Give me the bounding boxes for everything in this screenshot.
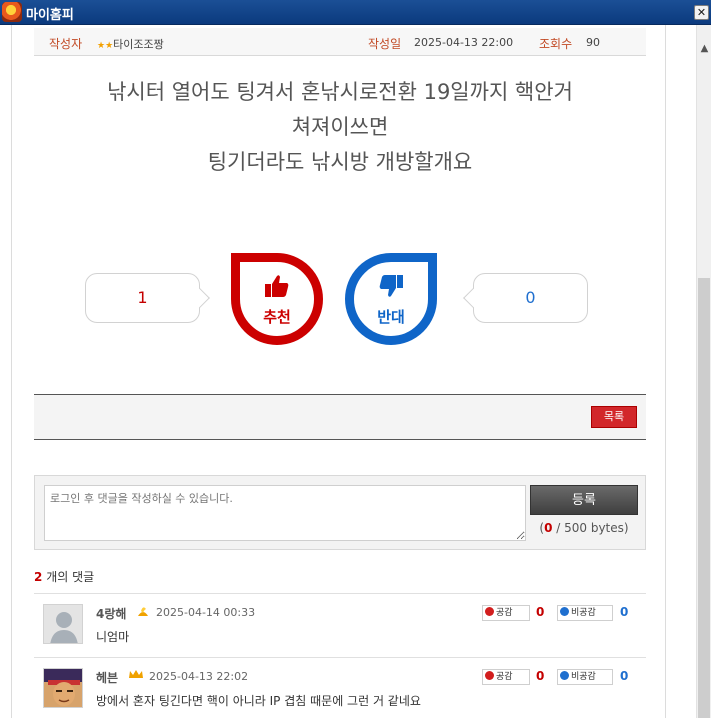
comment-body: 방에서 혼자 팅긴다면 핵이 아니라 IP 겹침 때문에 그런 거 같네요 bbox=[96, 694, 421, 708]
comment-dislike-count: 0 bbox=[620, 605, 629, 619]
downvote-count: 0 bbox=[525, 288, 536, 307]
comment-like-button[interactable]: 공감 bbox=[482, 605, 530, 621]
window-title: 마이홈피 bbox=[26, 8, 74, 23]
comment-like-button[interactable]: 공감 bbox=[482, 669, 530, 685]
upvote-label: 추천 bbox=[263, 308, 291, 326]
byte-counter: (0 / 500 bytes) bbox=[530, 521, 638, 535]
comment-like-count: 0 bbox=[536, 669, 545, 683]
app-logo-icon bbox=[2, 2, 22, 22]
post-title-line: 낚시터 열어도 팅겨서 혼낚시로전환 19일까지 핵안거 bbox=[107, 80, 573, 104]
author-info[interactable]: ★★타이조조짱 bbox=[97, 36, 164, 52]
scroll-thumb[interactable] bbox=[698, 278, 710, 718]
author-label: 작성자 bbox=[49, 37, 83, 51]
thumbs-down-icon bbox=[354, 274, 428, 304]
dislike-label: 비공감 bbox=[571, 608, 596, 618]
close-button[interactable]: ✕ bbox=[694, 5, 709, 20]
comment-body: 니엄마 bbox=[96, 630, 130, 644]
post-page: 작성자 ★★타이조조짱 작성일 2025-04-13 22:00 조회수 90 … bbox=[11, 25, 666, 718]
thumbs-up-icon bbox=[240, 274, 314, 304]
views-label: 조회수 bbox=[539, 37, 573, 51]
avatar[interactable] bbox=[43, 668, 83, 708]
comment-form: 등록 (0 / 500 bytes) bbox=[34, 475, 646, 550]
dislike-label: 비공감 bbox=[571, 672, 596, 682]
downvote-count-bubble: 0 bbox=[463, 273, 588, 323]
vertical-scrollbar[interactable]: ▲ bbox=[696, 25, 711, 718]
comment-dislike-button[interactable]: 비공감 bbox=[557, 669, 613, 685]
level-flame-icon bbox=[136, 605, 150, 620]
like-label: 공감 bbox=[496, 608, 513, 618]
smile-icon bbox=[485, 671, 494, 680]
author-rank-star-icon: ★★ bbox=[97, 41, 114, 51]
upvote-count-bubble: 1 bbox=[85, 273, 210, 323]
post-title-line: 쳐져이쓰면 bbox=[291, 115, 389, 139]
upvote-count: 1 bbox=[137, 288, 148, 307]
like-label: 공감 bbox=[496, 672, 513, 682]
comment-count: 2 개의 댓글 bbox=[34, 568, 94, 585]
comment-author[interactable]: 헤븐 bbox=[96, 669, 118, 686]
level-crown-icon bbox=[128, 669, 144, 682]
smile-icon bbox=[485, 607, 494, 616]
frown-icon bbox=[560, 607, 569, 616]
comment-like-count: 0 bbox=[536, 605, 545, 619]
comment-submit-button[interactable]: 등록 bbox=[530, 485, 638, 515]
window-titlebar: 마이홈피 ✕ bbox=[0, 0, 711, 25]
post-title: 낚시터 열어도 팅겨서 혼낚시로전환 19일까지 핵안거 쳐져이쓰면 팅기더라도… bbox=[34, 75, 646, 180]
comment-time: 2025-04-14 00:33 bbox=[156, 606, 256, 619]
comment-item: 4랑해 2025-04-14 00:33 공감 0 비공감 0 니엄마 bbox=[34, 593, 646, 658]
post-meta: 작성자 ★★타이조조짱 작성일 2025-04-13 22:00 조회수 90 bbox=[34, 28, 646, 56]
date-value: 2025-04-13 22:00 bbox=[414, 36, 514, 49]
date-label: 작성일 bbox=[368, 37, 402, 51]
comment-item: 헤븐 2025-04-13 22:02 공감 0 비공감 0 방에서 혼자 팅긴… bbox=[34, 657, 646, 718]
comment-time: 2025-04-13 22:02 bbox=[149, 670, 249, 683]
comment-count-suffix: 개의 댓글 bbox=[46, 570, 95, 584]
byte-used: 0 bbox=[544, 521, 553, 535]
scroll-up-arrow-icon[interactable]: ▲ bbox=[697, 42, 711, 56]
post-title-line: 팅기더라도 낚시방 개방할개요 bbox=[207, 150, 473, 174]
views-value: 90 bbox=[586, 36, 600, 49]
downvote-label: 반대 bbox=[377, 308, 405, 326]
post-action-bar: 목록 bbox=[34, 394, 646, 440]
upvote-button[interactable]: 추천 bbox=[231, 253, 323, 345]
comment-input[interactable] bbox=[44, 485, 526, 541]
comment-count-number: 2 bbox=[34, 570, 43, 584]
bubble-tail bbox=[190, 288, 210, 308]
byte-limit: / 500 bytes) bbox=[556, 521, 629, 535]
avatar[interactable] bbox=[43, 604, 83, 644]
list-button[interactable]: 목록 bbox=[591, 406, 637, 428]
comment-dislike-button[interactable]: 비공감 bbox=[557, 605, 613, 621]
comment-author[interactable]: 4랑해 bbox=[96, 605, 126, 622]
author-name: 타이조조짱 bbox=[113, 38, 164, 51]
frown-icon bbox=[560, 671, 569, 680]
comment-dislike-count: 0 bbox=[620, 669, 629, 683]
downvote-button[interactable]: 반대 bbox=[345, 253, 437, 345]
bubble-tail bbox=[463, 288, 483, 308]
